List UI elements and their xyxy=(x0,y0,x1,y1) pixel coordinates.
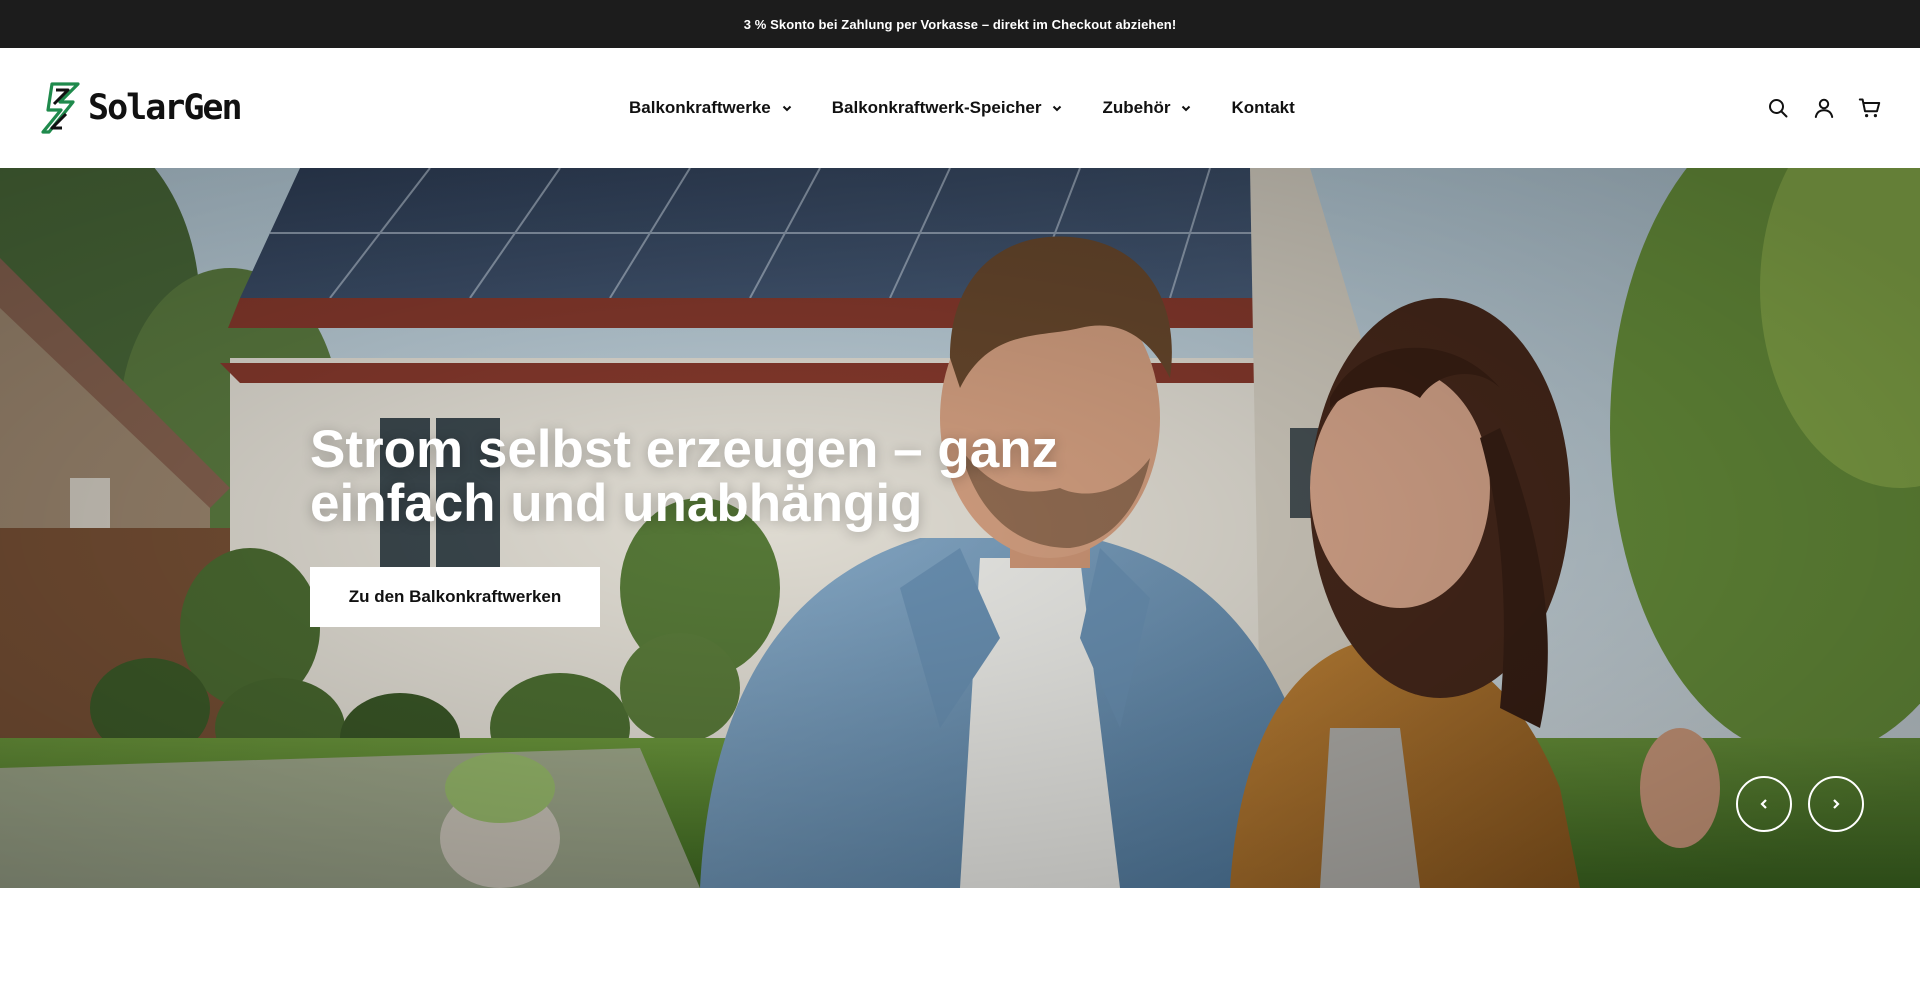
header-actions xyxy=(1744,48,1882,168)
search-icon[interactable] xyxy=(1766,96,1790,120)
nav-item-balkonkraftwerke[interactable]: Balkonkraftwerke xyxy=(629,98,792,118)
site-header: SolarGen Balkonkraftwerke Balkonkraftwer… xyxy=(0,48,1920,168)
nav-item-kontakt[interactable]: Kontakt xyxy=(1231,98,1294,118)
nav-item-label: Kontakt xyxy=(1231,98,1295,117)
main-nav: Balkonkraftwerke Balkonkraftwerk-Speiche… xyxy=(629,48,1295,168)
cart-icon[interactable] xyxy=(1858,96,1882,120)
nav-item-zubehoer[interactable]: Zubehör xyxy=(1102,98,1191,118)
chevron-right-icon xyxy=(1833,799,1840,809)
hero-cta-button[interactable]: Zu den Balkonkraftwerken xyxy=(310,567,600,627)
nav-item-balkonkraftwerk-speicher[interactable]: Balkonkraftwerk-Speicher xyxy=(832,98,1063,118)
hero-title: Strom selbst erzeugen – ganz einfach und… xyxy=(310,420,1059,533)
logo-text: SolarGen xyxy=(88,87,243,128)
hero-slideshow: Strom selbst erzeugen – ganz einfach und… xyxy=(0,168,1920,888)
nav-item-label: Balkonkraftwerk-Speicher xyxy=(831,98,1042,117)
chevron-down-icon xyxy=(1182,105,1191,112)
slider-next-button[interactable] xyxy=(1808,776,1864,832)
nav-item-label: Balkonkraftwerke xyxy=(629,98,771,117)
announcement-bar: 3 % Skonto bei Zahlung per Vorkasse – di… xyxy=(0,0,1920,48)
chevron-down-icon xyxy=(782,105,791,112)
chevron-left-icon xyxy=(1760,799,1767,809)
announcement-text: 3 % Skonto bei Zahlung per Vorkasse – di… xyxy=(743,16,1177,32)
nav-item-label: Zubehör xyxy=(1102,98,1171,117)
solargen-logo-icon xyxy=(41,82,80,134)
chevron-down-icon xyxy=(1053,105,1062,112)
account-icon[interactable] xyxy=(1812,96,1836,120)
logo[interactable]: SolarGen xyxy=(40,82,243,134)
slider-prev-button[interactable] xyxy=(1736,776,1792,832)
